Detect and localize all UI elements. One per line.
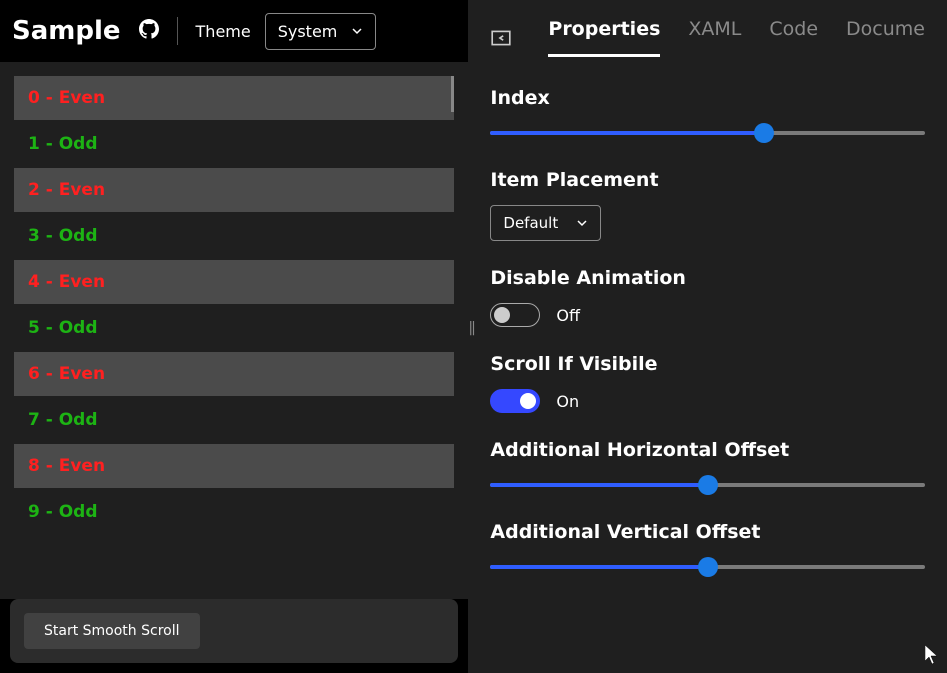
horizontal-offset-slider[interactable] — [490, 475, 925, 495]
disable-animation-toggle[interactable] — [490, 303, 540, 327]
github-icon[interactable] — [139, 19, 177, 43]
list-item[interactable]: 1 - Odd — [14, 122, 454, 166]
theme-select[interactable]: System — [265, 13, 377, 50]
list-item[interactable]: 0 - Even — [14, 76, 454, 120]
prop-index: Index — [490, 87, 925, 143]
header: Sample Theme System — [0, 0, 468, 62]
list-item[interactable]: 2 - Even — [14, 168, 454, 212]
prop-item-placement: Item Placement Default — [490, 169, 925, 241]
chevron-down-icon — [576, 217, 588, 229]
app-title: Sample — [12, 16, 121, 46]
list-area[interactable]: 0 - Even1 - Odd2 - Even3 - Odd4 - Even5 … — [0, 62, 468, 599]
list-item[interactable]: 9 - Odd — [14, 490, 454, 534]
list-item[interactable]: 4 - Even — [14, 260, 454, 304]
scrollbar-thumb[interactable] — [451, 76, 454, 112]
horizontal-offset-label: Additional Horizontal Offset — [490, 439, 925, 461]
action-area: Start Smooth Scroll — [10, 599, 458, 663]
tab-docume[interactable]: Docume — [846, 18, 925, 57]
index-slider[interactable] — [490, 123, 925, 143]
cursor-icon — [925, 645, 939, 665]
theme-value: System — [278, 22, 338, 41]
vertical-offset-label: Additional Vertical Offset — [490, 521, 925, 543]
item-placement-value: Default — [503, 214, 558, 232]
tab-xaml[interactable]: XAML — [688, 18, 741, 57]
disable-animation-value: Off — [556, 306, 580, 325]
prop-horizontal-offset: Additional Horizontal Offset — [490, 439, 925, 495]
right-panel: || Properties XAML Code Docume Index Item P… — [468, 0, 947, 673]
prop-disable-animation: Disable Animation Off — [490, 267, 925, 327]
chevron-down-icon — [351, 25, 363, 37]
divider — [177, 17, 178, 45]
item-placement-select[interactable]: Default — [490, 205, 601, 241]
tab-code[interactable]: Code — [769, 18, 818, 57]
index-label: Index — [490, 87, 925, 109]
theme-label: Theme — [196, 22, 251, 41]
prop-scroll-if-visible: Scroll If Visibile On — [490, 353, 925, 413]
vertical-offset-slider[interactable] — [490, 557, 925, 577]
list-item[interactable]: 3 - Odd — [14, 214, 454, 258]
tabs: Properties XAML Code Docume — [468, 0, 947, 57]
properties-panel: Index Item Placement Default Disable Ani… — [468, 57, 947, 633]
list-item[interactable]: 5 - Odd — [14, 306, 454, 350]
left-panel: Sample Theme System 0 - Even1 - Odd2 - E… — [0, 0, 468, 673]
scroll-if-visible-toggle[interactable] — [490, 389, 540, 413]
scroll-if-visible-label: Scroll If Visibile — [490, 353, 925, 375]
disable-animation-label: Disable Animation — [490, 267, 925, 289]
item-placement-label: Item Placement — [490, 169, 925, 191]
scroll-if-visible-value: On — [556, 392, 579, 411]
list-item[interactable]: 8 - Even — [14, 444, 454, 488]
list-item[interactable]: 7 - Odd — [14, 398, 454, 442]
prop-vertical-offset: Additional Vertical Offset — [490, 521, 925, 577]
split-handle[interactable]: || — [468, 320, 473, 336]
start-smooth-scroll-button[interactable]: Start Smooth Scroll — [24, 613, 200, 649]
list-item[interactable]: 6 - Even — [14, 352, 454, 396]
panel-collapse-icon[interactable] — [490, 27, 512, 49]
tab-properties[interactable]: Properties — [548, 18, 660, 57]
